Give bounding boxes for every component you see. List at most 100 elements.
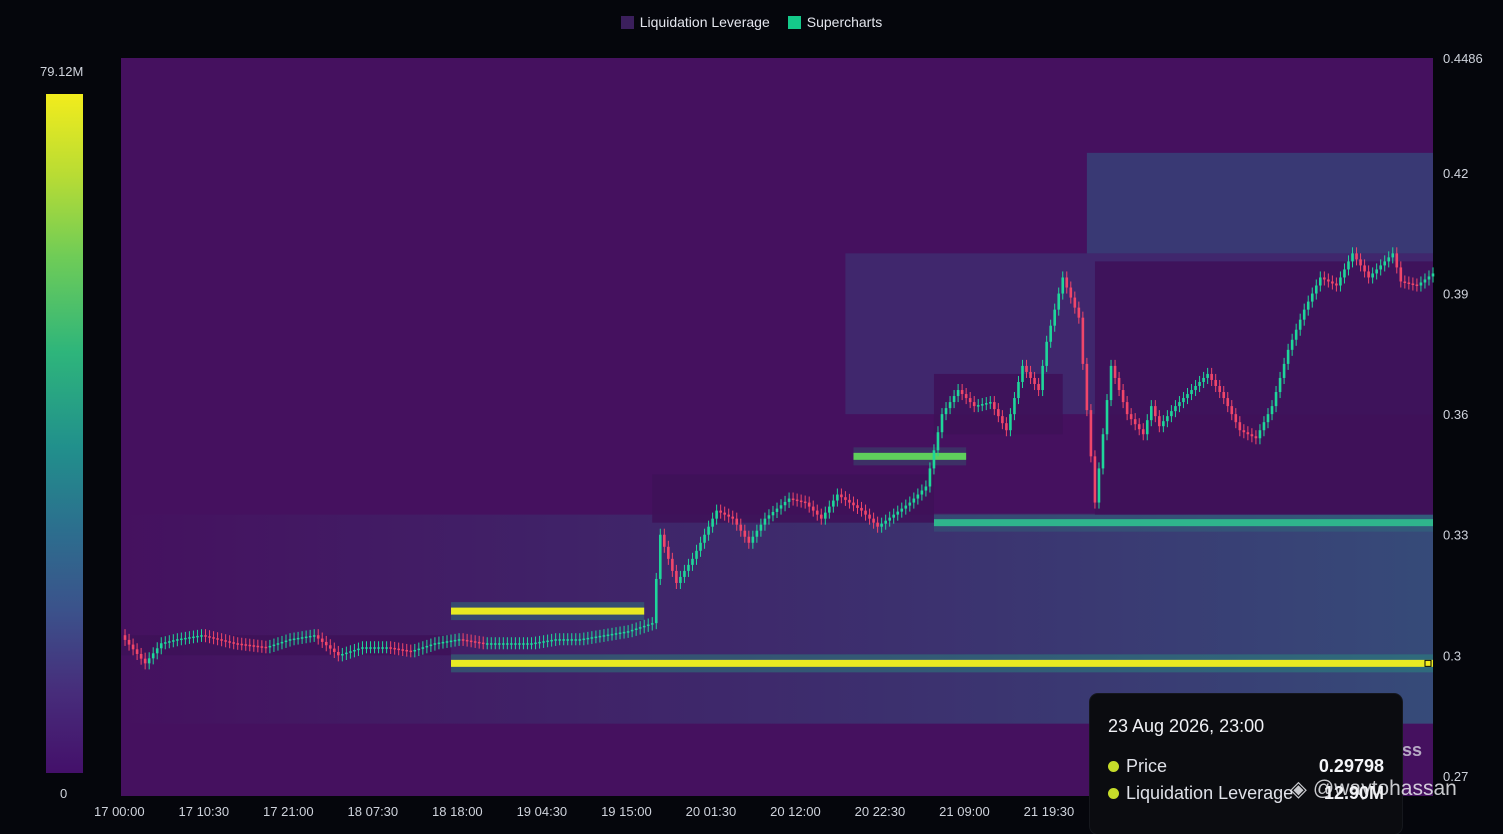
candle-body xyxy=(240,643,244,646)
candle-body xyxy=(1383,261,1387,266)
candle-body xyxy=(570,639,574,641)
candle-body xyxy=(1089,410,1093,457)
candle-body xyxy=(324,641,328,646)
candle-body xyxy=(920,490,924,495)
candle-body xyxy=(252,645,256,647)
candle-body xyxy=(163,642,167,644)
candle-body xyxy=(180,638,183,641)
candle-body xyxy=(695,550,698,559)
candle-body xyxy=(1238,422,1242,431)
candle-body xyxy=(759,524,763,531)
candle-body xyxy=(1403,281,1407,283)
hover-tooltip: 23 Aug 2026, 23:00 Price 0.29798 Liquida… xyxy=(1090,694,1402,834)
candle-body xyxy=(441,641,445,644)
candle-body xyxy=(675,570,678,583)
candle-body xyxy=(196,635,199,638)
candle-body xyxy=(1319,277,1322,286)
candle-body xyxy=(393,647,396,650)
candle-body xyxy=(1025,365,1028,372)
candle-body xyxy=(1242,430,1246,433)
candle-body xyxy=(654,578,658,624)
candle-body xyxy=(1202,377,1205,382)
candle-body xyxy=(1178,402,1181,407)
candle-body xyxy=(1355,253,1358,260)
candle-body xyxy=(791,498,795,501)
candle-body xyxy=(1234,414,1238,423)
candle-body xyxy=(1290,339,1294,350)
candle-body xyxy=(610,633,614,636)
candle-body xyxy=(904,505,908,509)
candle-body xyxy=(699,542,702,551)
candle-body xyxy=(980,404,984,406)
candle-body xyxy=(667,546,670,559)
candle-body xyxy=(976,405,980,407)
candle-body xyxy=(337,651,340,656)
heat-level-band xyxy=(451,659,1433,667)
candle-body xyxy=(1133,419,1137,425)
candle-body xyxy=(256,645,260,648)
candle-body xyxy=(1145,420,1149,435)
tooltip-label-price: Price xyxy=(1126,756,1168,776)
candle-body xyxy=(562,639,565,641)
tooltip-dot-icon xyxy=(1108,788,1119,799)
y-tick-label: 0.36 xyxy=(1443,407,1468,422)
candle-body xyxy=(727,514,731,517)
candle-body xyxy=(465,639,469,642)
candle-body xyxy=(815,510,819,515)
candle-body xyxy=(1085,363,1089,411)
candle-body xyxy=(1331,281,1334,284)
watermark: ◈ @waytohassan xyxy=(1290,776,1457,802)
candle-body xyxy=(341,653,344,656)
candle-body xyxy=(542,641,545,643)
candle-body xyxy=(413,649,417,652)
candle-body xyxy=(260,646,264,648)
candle-body xyxy=(1069,287,1073,298)
candle-body xyxy=(481,642,485,645)
candle-body xyxy=(1335,283,1338,286)
candle-body xyxy=(860,507,863,511)
candle-body xyxy=(751,536,755,543)
candle-body xyxy=(1013,398,1016,415)
candle-body xyxy=(1170,411,1173,417)
candle-body xyxy=(707,526,710,535)
candle-body xyxy=(357,648,360,651)
candle-body xyxy=(1226,398,1230,407)
candle-body xyxy=(1033,377,1036,384)
candle-body xyxy=(856,505,859,508)
candle-body xyxy=(763,518,767,525)
candle-body xyxy=(715,510,718,519)
candle-body xyxy=(892,514,896,518)
candle-body xyxy=(924,486,928,491)
candle-body xyxy=(381,647,384,649)
candle-body xyxy=(123,635,127,640)
candle-body xyxy=(248,644,252,647)
candle-body xyxy=(1302,309,1306,320)
candle-body xyxy=(228,641,231,643)
x-tick-label: 18 18:00 xyxy=(432,804,483,816)
candle-body xyxy=(1391,253,1395,258)
x-tick-label: 20 12:00 xyxy=(770,804,821,816)
candle-body xyxy=(1214,379,1217,386)
candle-body xyxy=(135,649,139,654)
candle-body xyxy=(397,648,400,651)
candle-body xyxy=(1093,456,1097,503)
candle-body xyxy=(630,629,634,632)
candle-body xyxy=(389,647,392,649)
candle-body xyxy=(143,658,147,664)
tooltip-date: 23 Aug 2026, 23:00 xyxy=(1108,716,1265,736)
candle-body xyxy=(1154,406,1157,417)
candle-body xyxy=(1001,416,1004,424)
candle-body xyxy=(864,510,867,515)
candle-body xyxy=(268,645,272,648)
candle-body xyxy=(506,643,509,645)
candle-body xyxy=(1298,319,1302,330)
candle-body xyxy=(1419,282,1423,286)
candle-body xyxy=(1399,267,1403,282)
candle-body xyxy=(1162,421,1165,427)
candle-body xyxy=(1222,392,1226,399)
candle-body xyxy=(638,627,642,629)
candle-body xyxy=(300,637,304,639)
candle-body xyxy=(437,642,441,645)
candle-body xyxy=(747,536,751,543)
x-tick-label: 21 09:00 xyxy=(939,804,990,816)
